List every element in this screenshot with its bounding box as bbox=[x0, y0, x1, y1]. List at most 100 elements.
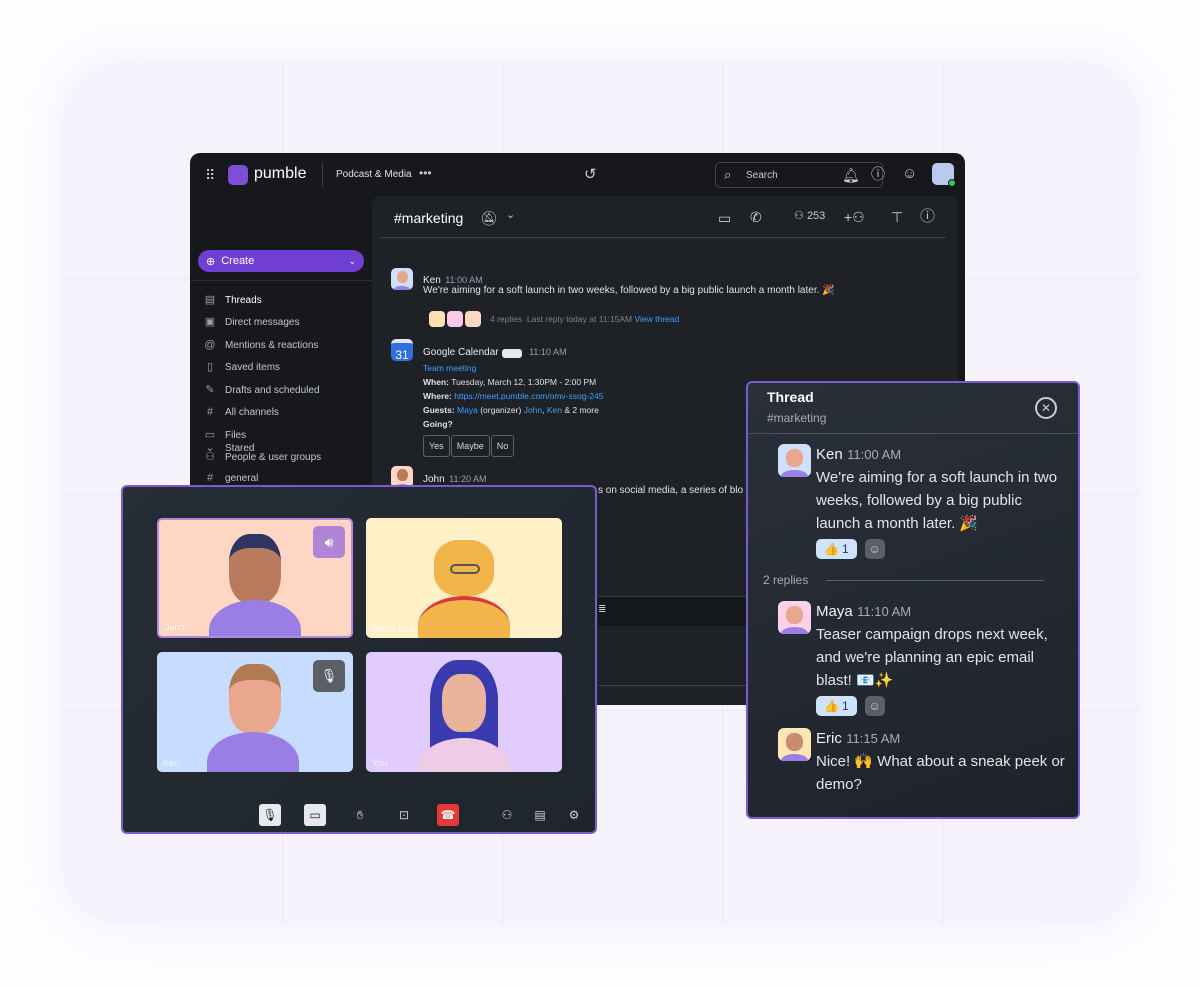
avatar-ken[interactable] bbox=[778, 444, 811, 477]
reaction-emoji: 👍 bbox=[824, 699, 839, 713]
add-member-icon[interactable]: +⚇ bbox=[844, 210, 865, 224]
rsvp-no-button[interactable]: No bbox=[490, 435, 515, 457]
reaction-count: 1 bbox=[841, 542, 849, 556]
share-screen-icon: ⊡ bbox=[398, 808, 410, 822]
timestamp: 11:00 AM bbox=[445, 275, 483, 285]
close-thread-button[interactable]: ✕ bbox=[1035, 397, 1057, 419]
reaction-count: 1 bbox=[841, 699, 849, 713]
phone-icon[interactable]: ✆ bbox=[750, 210, 762, 224]
reply-avatars[interactable] bbox=[429, 311, 481, 327]
pumble-logo-icon bbox=[228, 165, 248, 185]
info-icon[interactable]: ⓘ bbox=[920, 209, 935, 224]
history-icon[interactable]: ↺ bbox=[584, 167, 597, 182]
avatar-ken[interactable] bbox=[391, 268, 413, 290]
participant-tile-john[interactable]: 🔊︎ John bbox=[157, 518, 353, 638]
guest-link[interactable]: John bbox=[524, 405, 542, 415]
sidebar-item-threads[interactable]: ▤ Threads bbox=[204, 291, 262, 309]
add-reaction-button[interactable]: ☺ bbox=[864, 696, 885, 716]
user-avatar[interactable] bbox=[932, 163, 956, 187]
organizer-label: (organizer) bbox=[480, 405, 522, 415]
channel-title: #marketing bbox=[394, 210, 463, 226]
sidebar-item-mentions-reactions[interactable]: @ Mentions & reactions bbox=[204, 336, 318, 354]
video-call-icon[interactable]: ▭ bbox=[718, 211, 731, 225]
rsvp-yes-button[interactable]: Yes bbox=[423, 435, 450, 457]
thread-summary: 4 replies Last reply today at 11:15AM Vi… bbox=[490, 314, 679, 324]
members-button[interactable]: ⚇ 253 bbox=[794, 211, 825, 222]
sidebar-item-direct-messages[interactable]: ▣ Direct messages bbox=[204, 314, 300, 332]
participant-name: John bbox=[165, 622, 185, 632]
chat-icon: ▤ bbox=[534, 808, 546, 822]
participants-button[interactable]: ⚇ bbox=[496, 804, 518, 826]
search-icon: ⌕ bbox=[724, 167, 732, 182]
threads-icon: ▤ bbox=[204, 293, 216, 306]
author[interactable]: Ken bbox=[816, 446, 843, 463]
reply-count: 4 replies bbox=[490, 314, 523, 324]
starred-section-toggle[interactable]: ⌄ Stared bbox=[204, 439, 254, 457]
sidebar-item-label: Threads bbox=[225, 294, 262, 306]
meeting-link[interactable]: https://meet.pumble.com/omv-ssog-245 bbox=[454, 391, 603, 401]
thread-title: Thread bbox=[767, 389, 814, 405]
speaking-icon: 🔊︎ bbox=[313, 526, 345, 558]
divider bbox=[826, 580, 1044, 581]
divider bbox=[748, 433, 1078, 434]
participant-tile-you[interactable]: You bbox=[366, 652, 562, 772]
rsvp-question: Going? bbox=[423, 419, 453, 429]
app-badge: APP bbox=[501, 349, 522, 358]
guest-link[interactable]: Maya bbox=[457, 405, 478, 415]
share-screen-button[interactable]: ⊡ bbox=[393, 804, 415, 826]
emoji-status-icon[interactable]: ☺ bbox=[902, 166, 917, 181]
thread-message-eric: Eric 11:15 AM Nice! 🙌 What about a sneak… bbox=[816, 730, 1066, 796]
workspace-name[interactable]: Podcast & Media bbox=[336, 169, 412, 180]
timestamp: 11:10 AM bbox=[857, 604, 912, 619]
sidebar-item-label: All channels bbox=[225, 407, 279, 418]
settings-button[interactable]: ⚙︎ bbox=[563, 804, 585, 826]
at-icon: @ bbox=[204, 338, 216, 351]
people-icon: ⚇ bbox=[794, 210, 804, 222]
participant-body bbox=[207, 732, 299, 772]
member-count: 253 bbox=[806, 210, 826, 222]
pin-icon[interactable]: ⊤ bbox=[891, 210, 903, 224]
camera-button[interactable]: ▭ bbox=[304, 804, 326, 826]
add-reaction-button[interactable]: ☺ bbox=[864, 539, 885, 559]
rsvp-maybe-button[interactable]: Maybe bbox=[450, 435, 490, 457]
search-input[interactable]: ⌕ Search 🔔︎ bbox=[715, 162, 883, 188]
microphone-button[interactable]: 🎙︎ bbox=[259, 804, 281, 826]
participant-tile-meow-doe[interactable]: Meow Doe bbox=[366, 518, 562, 638]
sidebar-item-label: Direct messages bbox=[225, 317, 300, 328]
apps-grid-icon[interactable]: ⠿ bbox=[205, 168, 215, 182]
when-label: When: bbox=[423, 377, 449, 387]
event-title-link[interactable]: Team meeting bbox=[423, 361, 603, 375]
sidebar-item-drafts-and-scheduled[interactable]: ✎ Drafts and scheduled bbox=[204, 381, 320, 399]
hand-icon: ✋︎ bbox=[356, 807, 364, 822]
create-button[interactable]: ⊕ Create ⌄ bbox=[198, 250, 364, 272]
sidebar-item-all-channels[interactable]: # All channels bbox=[204, 404, 279, 422]
where-label: Where: bbox=[423, 391, 452, 401]
raise-hand-button[interactable]: ✋︎ bbox=[349, 804, 371, 826]
help-icon[interactable]: ⓘ bbox=[871, 167, 885, 181]
mic-muted-icon: 🎙︎ bbox=[313, 660, 345, 692]
author[interactable]: John bbox=[423, 474, 445, 485]
end-call-button[interactable]: ☎︎ bbox=[437, 804, 459, 826]
author[interactable]: Maya bbox=[816, 603, 853, 620]
reaction-thumbs-up[interactable]: 👍 1 bbox=[816, 696, 857, 716]
chevron-down-icon: ⌄ bbox=[205, 441, 215, 454]
more-icon[interactable]: ••• bbox=[419, 167, 432, 179]
guest-link[interactable]: Ken bbox=[547, 405, 562, 415]
participant-body bbox=[209, 600, 301, 636]
sidebar-item-label: Drafts and scheduled bbox=[225, 384, 320, 396]
list-icon[interactable]: ≣ bbox=[598, 605, 606, 615]
chevron-down-icon[interactable]: ⌄ bbox=[506, 210, 515, 221]
participant-tile-ken[interactable]: 🎙︎ Ken bbox=[157, 652, 353, 772]
video-call-window: 🔊︎ John Meow Doe 🎙︎ Ken You 🎙︎ ▭ ✋︎ ⊡ ☎︎… bbox=[121, 485, 597, 834]
view-thread-link[interactable]: View thread bbox=[634, 314, 679, 324]
reaction-emoji: 👍 bbox=[824, 542, 839, 556]
bell-icon[interactable]: 🔔︎ bbox=[842, 168, 860, 182]
chat-button[interactable]: ▤ bbox=[529, 804, 551, 826]
avatar-eric[interactable] bbox=[778, 728, 811, 761]
reaction-thumbs-up[interactable]: 👍 1 bbox=[816, 539, 857, 559]
thread-channel: #marketing bbox=[767, 411, 827, 425]
sidebar-item-saved-items[interactable]: ▯ Saved items bbox=[204, 359, 280, 377]
bell-muted-icon[interactable]: 🔕︎ bbox=[480, 211, 498, 225]
author[interactable]: Eric bbox=[816, 730, 842, 747]
avatar-maya[interactable] bbox=[778, 601, 811, 634]
